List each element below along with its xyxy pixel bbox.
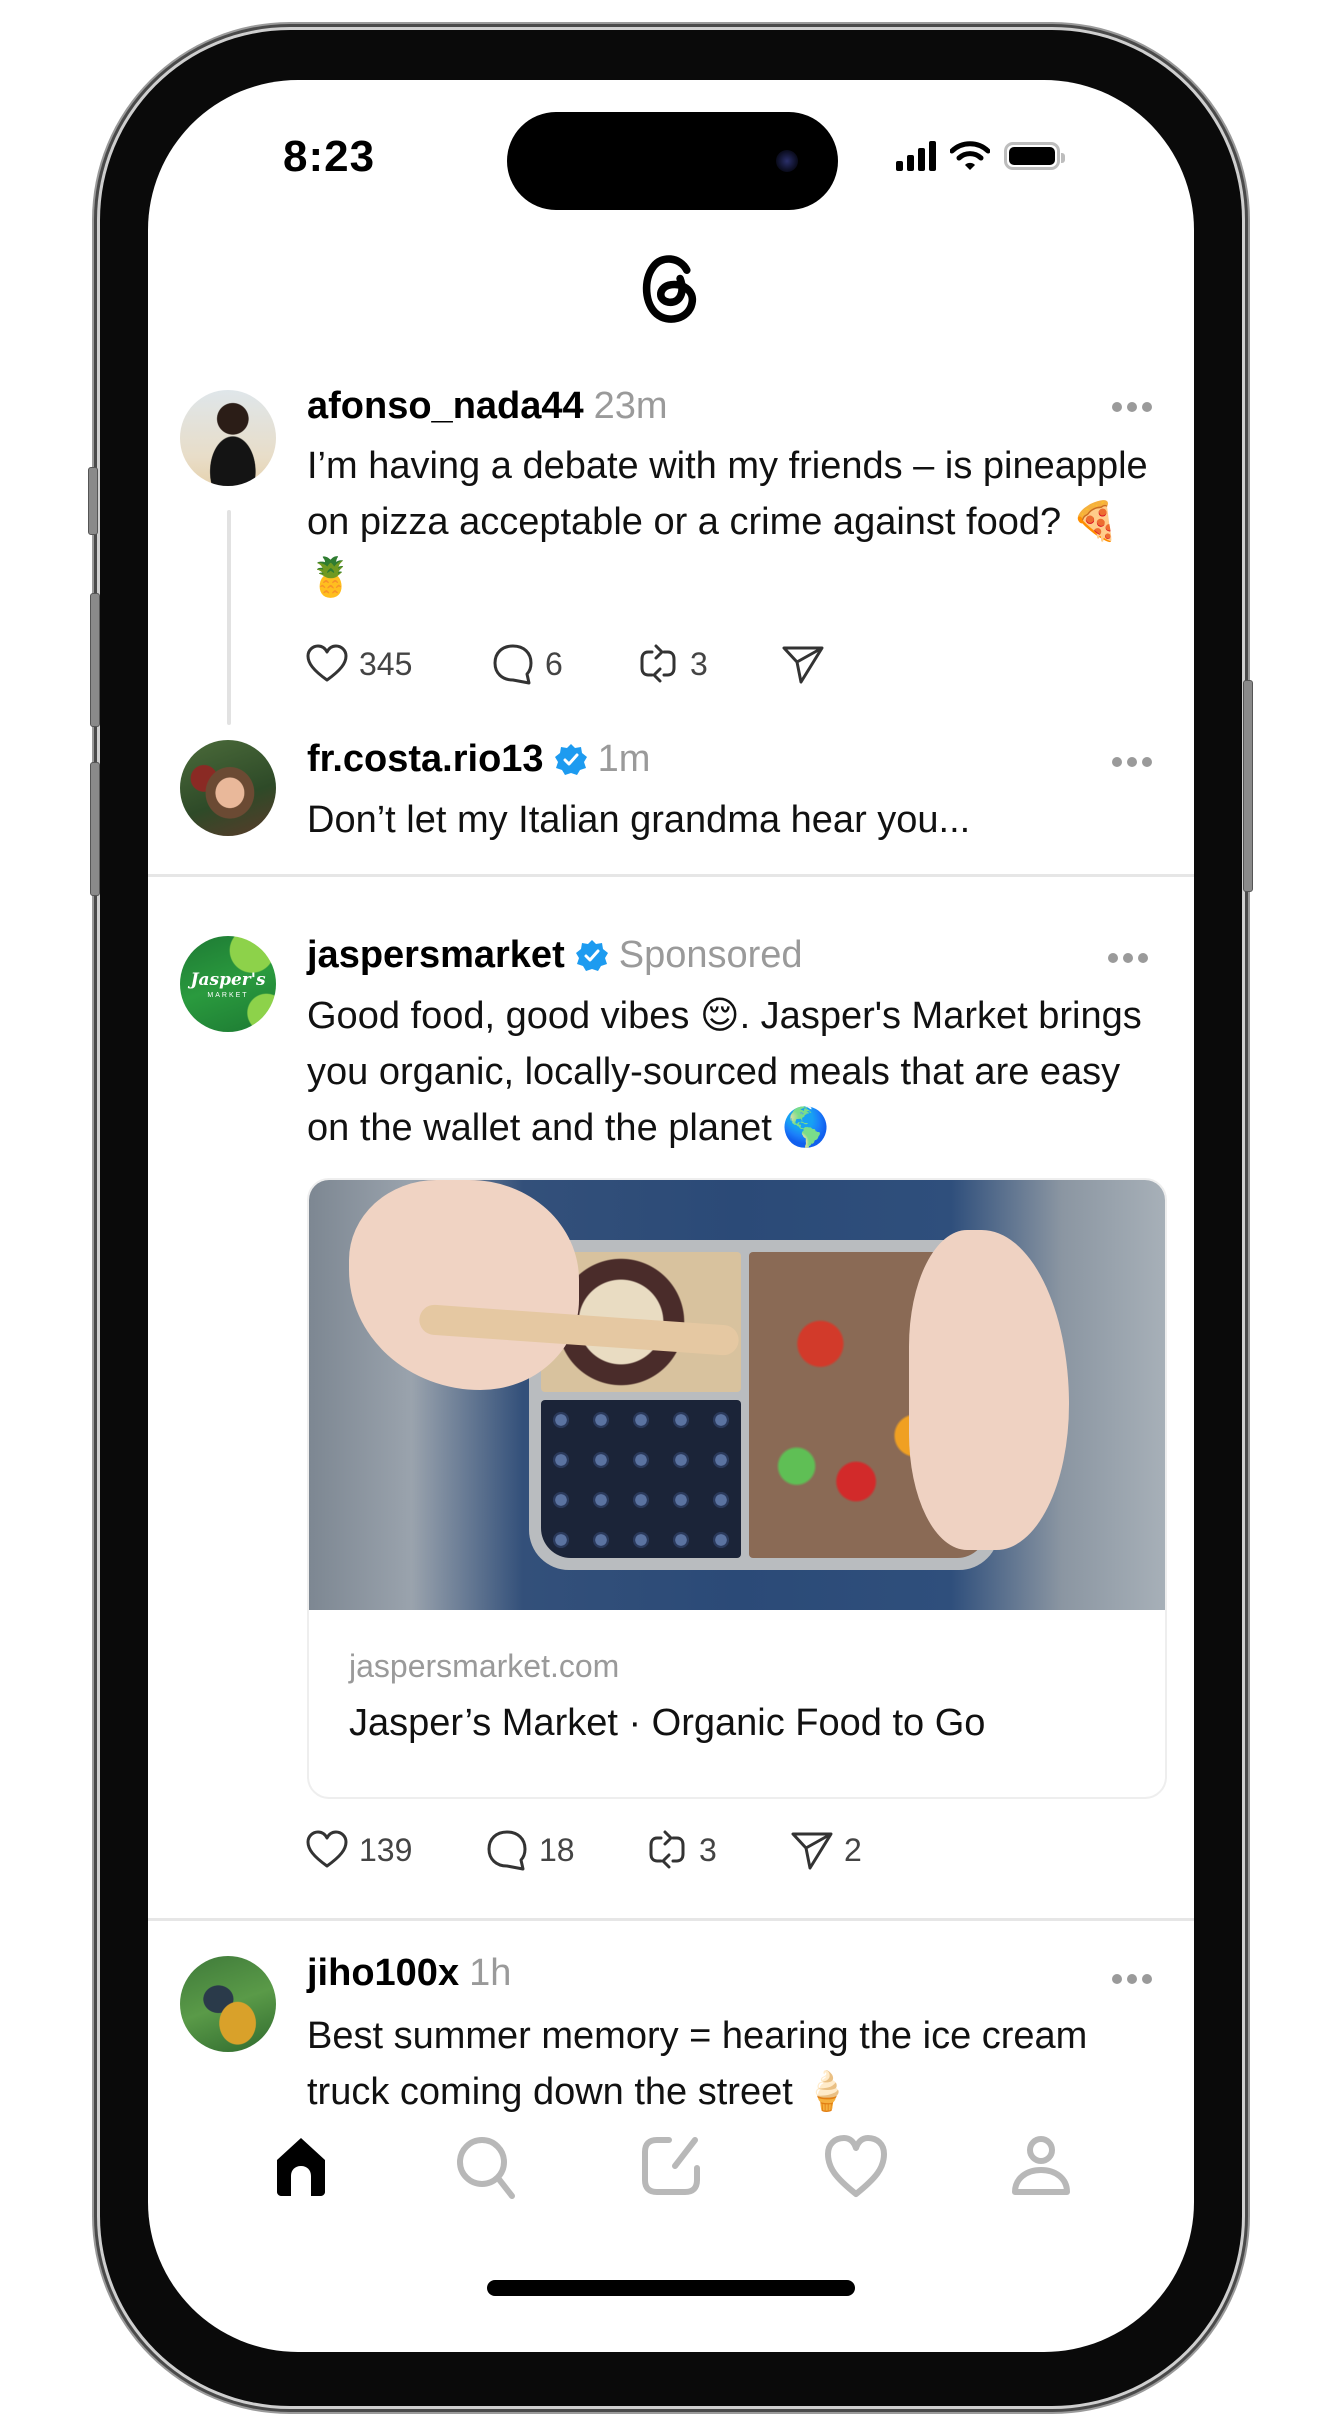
hand-right	[909, 1230, 1069, 1550]
reply-button[interactable]: 18	[483, 1826, 643, 1874]
search-icon	[456, 2137, 515, 2199]
status-icons	[896, 140, 1065, 172]
comment-icon	[487, 1830, 527, 1871]
repost-icon	[649, 1830, 685, 1869]
divider	[148, 1918, 1194, 1921]
post-header: fr.costa.rio13 1m	[307, 738, 650, 781]
like-button[interactable]: 345	[303, 640, 489, 688]
tab-home[interactable]	[265, 2130, 337, 2207]
tab-compose[interactable]	[635, 2130, 707, 2207]
like-button[interactable]: 139	[303, 1826, 483, 1874]
heart-icon	[825, 2135, 888, 2197]
heart-icon	[306, 644, 348, 682]
dynamic-island	[507, 112, 838, 210]
tab-bar	[148, 2130, 1194, 2207]
more-options-button[interactable]	[1108, 953, 1148, 965]
avatar[interactable]	[180, 390, 276, 486]
repost-count: 3	[699, 1831, 717, 1868]
more-options-button[interactable]	[1112, 402, 1152, 414]
post-text: Good food, good vibes 😌. Jasper's Market…	[307, 995, 1142, 1149]
username[interactable]: fr.costa.rio13	[307, 738, 544, 781]
post-text: Don’t let my Italian grandma hear you...	[307, 799, 971, 841]
post-text: Best summer memory = hearing the ice cre…	[307, 2015, 1088, 2113]
repost-count: 3	[690, 645, 708, 682]
divider	[148, 874, 1194, 877]
avatar[interactable]: Jasper's MARKET	[180, 936, 276, 1032]
post-header: afonso_nada44 23m	[307, 385, 668, 428]
post-time: 1h	[469, 1952, 512, 1994]
post-time: 23m	[593, 385, 668, 427]
link-domain: jaspersmarket.com	[349, 1648, 620, 1684]
username[interactable]: afonso_nada44	[307, 385, 584, 428]
phone-screen: 8:23 afonso_nada44 23m I’m having a deba…	[148, 80, 1194, 2352]
wifi-icon	[950, 141, 990, 170]
comment-icon	[493, 644, 533, 685]
ad-link-card[interactable]: jaspersmarket.com Jasper’s Market · Orga…	[307, 1178, 1167, 1799]
post-text: I’m having a debate with my friends – is…	[307, 445, 1148, 599]
home-icon	[276, 2138, 325, 2196]
hand-left	[349, 1180, 579, 1390]
tab-profile[interactable]	[1005, 2130, 1077, 2207]
thread-line	[227, 510, 231, 725]
profile-icon	[1012, 2136, 1071, 2195]
more-options-button[interactable]	[1112, 1974, 1152, 1986]
verified-badge-icon	[575, 939, 608, 971]
post-header: jaspersmarket Sponsored	[307, 934, 803, 977]
ad-image[interactable]	[309, 1180, 1165, 1610]
sponsored-label: Sponsored	[618, 934, 803, 976]
link-title[interactable]: Jasper’s Market · Organic Food to Go	[349, 1702, 985, 1745]
repost-icon	[640, 644, 676, 683]
volume-down-button	[90, 762, 100, 896]
send-icon	[782, 646, 824, 684]
post-actions: 345 6 3	[303, 640, 827, 688]
reply-button[interactable]: 6	[489, 640, 634, 688]
repost-button[interactable]: 3	[634, 640, 779, 688]
compose-icon	[641, 2137, 700, 2195]
action-button	[88, 467, 98, 535]
cellular-signal-icon	[896, 141, 936, 171]
post-header: jiho100x 1h	[307, 1952, 511, 1995]
like-count: 345	[359, 645, 413, 682]
send-icon	[791, 1832, 833, 1870]
avatar-brand-text: Jasper's	[190, 969, 266, 990]
reply-count: 18	[539, 1831, 575, 1868]
battery-icon	[1004, 142, 1065, 170]
reply-count: 6	[545, 645, 563, 682]
verified-badge-icon	[554, 743, 587, 775]
share-button[interactable]	[779, 640, 827, 688]
power-button	[1243, 680, 1253, 892]
username[interactable]: jaspersmarket	[307, 934, 565, 977]
front-camera-icon	[776, 150, 798, 172]
home-indicator[interactable]	[487, 2280, 855, 2296]
heart-icon	[306, 1830, 348, 1868]
status-time: 8:23	[283, 132, 376, 181]
post-actions: 139 18 3 2	[303, 1826, 862, 1874]
more-options-button[interactable]	[1112, 757, 1152, 769]
repost-button[interactable]: 3	[643, 1826, 788, 1874]
avatar-brand-subtext: MARKET	[207, 991, 249, 999]
avatar[interactable]	[180, 740, 276, 836]
avatar[interactable]	[180, 1956, 276, 2052]
volume-up-button	[90, 593, 100, 727]
tab-activity[interactable]	[820, 2130, 892, 2207]
share-button[interactable]: 2	[788, 1826, 862, 1874]
post-time: 1m	[597, 738, 651, 780]
share-count: 2	[844, 1831, 862, 1868]
username[interactable]: jiho100x	[307, 1952, 459, 1995]
tab-search[interactable]	[450, 2130, 522, 2207]
threads-logo-icon	[642, 255, 697, 323]
like-count: 139	[359, 1831, 413, 1868]
